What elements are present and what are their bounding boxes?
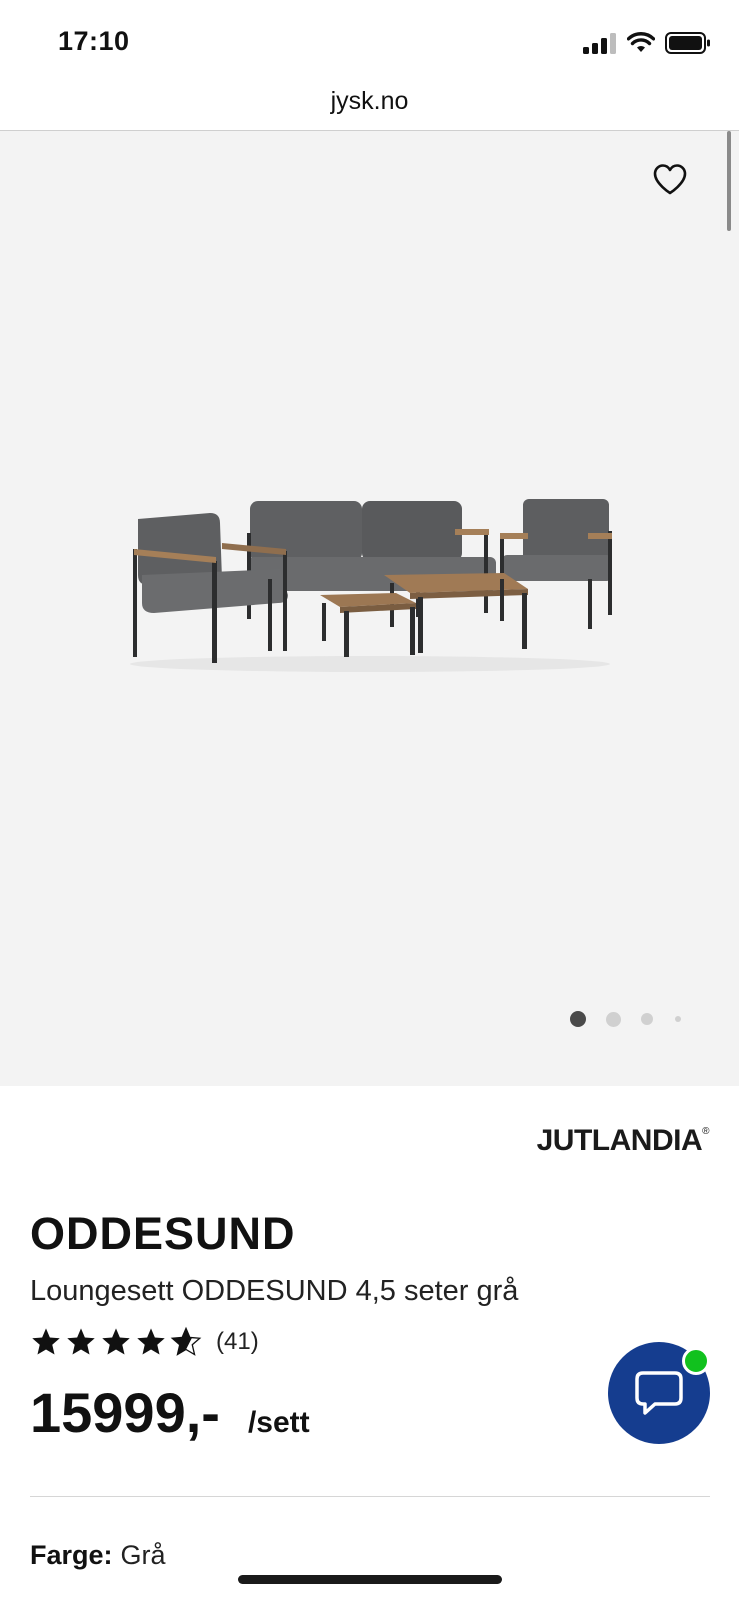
chat-online-indicator — [682, 1347, 710, 1375]
wishlist-button[interactable] — [648, 157, 692, 201]
gallery-dot-active[interactable] — [570, 1011, 586, 1027]
wifi-icon — [627, 32, 655, 52]
gallery-dot[interactable] — [675, 1016, 681, 1022]
product-name: ODDESUND — [30, 1208, 296, 1259]
speech-bubble-icon — [635, 1371, 683, 1415]
home-indicator[interactable] — [238, 1575, 502, 1584]
product-image-gallery[interactable] — [0, 131, 739, 1086]
battery-icon — [665, 32, 710, 54]
product-image — [130, 499, 612, 672]
product-rating[interactable]: (41) — [30, 1326, 259, 1358]
gallery-pagination — [570, 1011, 681, 1027]
status-time: 17:10 — [58, 26, 130, 56]
cellular-signal-icon — [583, 33, 616, 54]
star-full-icon — [32, 1328, 60, 1355]
color-label: Farge: — [30, 1540, 113, 1570]
address-url: jysk.no — [330, 87, 409, 115]
gallery-dot[interactable] — [606, 1011, 621, 1027]
star-full-icon — [67, 1328, 95, 1355]
color-value: Grå — [120, 1540, 166, 1570]
rating-stars — [30, 1326, 202, 1358]
color-selector: Farge: Grå — [30, 1540, 166, 1571]
status-bar: 17:10 — [0, 0, 739, 80]
star-full-icon — [137, 1328, 165, 1355]
gallery-dot[interactable] — [641, 1013, 653, 1025]
review-count[interactable]: (41) — [216, 1328, 259, 1356]
brand-registered-mark: ® — [702, 1126, 709, 1137]
coffee-table-illustration — [384, 573, 528, 653]
brand-name: JUTLANDIA — [536, 1124, 703, 1157]
product-description: Loungesett ODDESUND 4,5 seter grå — [30, 1275, 519, 1307]
page-scrollbar[interactable] — [727, 131, 731, 231]
address-bar[interactable]: jysk.no — [0, 80, 739, 131]
star-half-icon — [170, 1326, 202, 1356]
side-table-illustration — [320, 593, 416, 657]
status-icons — [583, 32, 711, 54]
price-unit: /sett — [247, 1406, 310, 1439]
heart-outline-icon — [653, 164, 687, 195]
star-full-icon — [102, 1328, 130, 1355]
right-armchair-illustration — [500, 499, 612, 629]
brand-logo[interactable]: JUTLANDIA® — [536, 1124, 710, 1158]
section-divider — [30, 1496, 710, 1497]
price-row: 15999,- /sett — [30, 1380, 310, 1445]
product-price: 15999,- — [30, 1381, 220, 1444]
